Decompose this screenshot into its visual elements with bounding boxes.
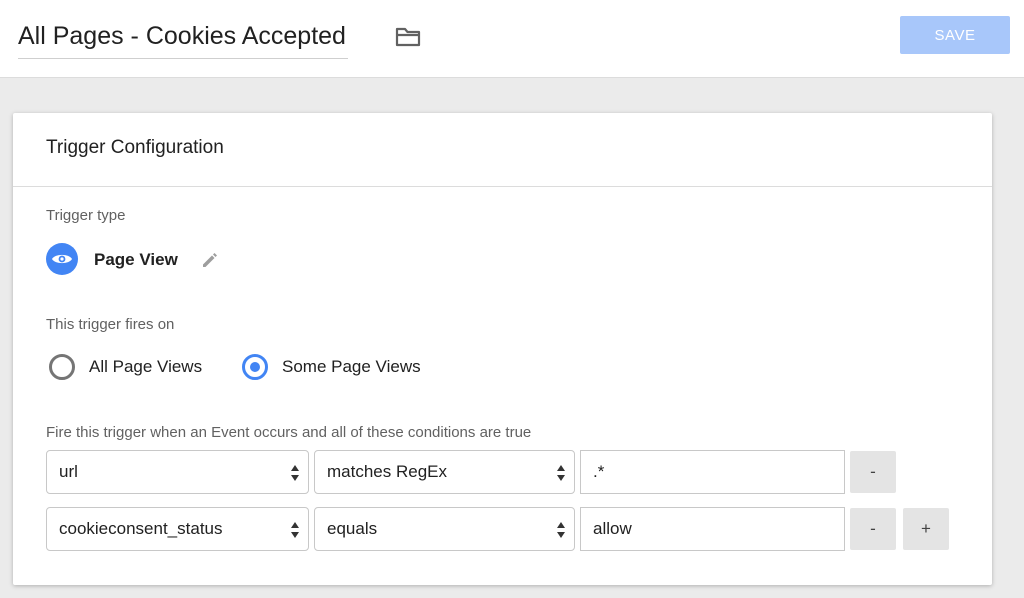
variable-select-value: cookieconsent_status [59, 519, 223, 538]
conditions-label: Fire this trigger when an Event occurs a… [46, 424, 532, 441]
operator-select-value: equals [327, 519, 378, 538]
radio-some-page-views[interactable]: Some Page Views [242, 354, 421, 380]
card-header: Trigger Configuration [13, 113, 992, 187]
remove-condition-button[interactable]: - [850, 508, 896, 550]
radio-circle[interactable] [49, 354, 75, 380]
variable-select[interactable]: cookieconsent_status [46, 507, 309, 551]
radio-label: All Page Views [89, 357, 203, 376]
remove-condition-button[interactable]: - [850, 451, 896, 493]
card-title: Trigger Configuration [46, 137, 224, 158]
operator-select[interactable]: equals [314, 507, 575, 551]
pencil-icon[interactable] [199, 249, 221, 271]
eye-icon[interactable] [46, 243, 78, 275]
folder-icon[interactable] [392, 22, 424, 52]
select-arrows-icon [291, 465, 299, 481]
variable-select[interactable]: url [46, 450, 309, 494]
select-arrows-icon [557, 465, 565, 481]
trigger-name-input[interactable]: All Pages - Cookies Accepted [18, 18, 348, 59]
value-input[interactable]: .* [580, 450, 845, 494]
trigger-type-label: Trigger type [46, 207, 126, 224]
operator-select[interactable]: matches RegEx [314, 450, 575, 494]
value-input[interactable]: allow [580, 507, 845, 551]
select-arrows-icon [557, 522, 565, 538]
operator-select-value: matches RegEx [327, 462, 447, 481]
save-button[interactable]: SAVE [900, 16, 1010, 54]
top-bar: All Pages - Cookies Accepted SAVE [0, 0, 1024, 78]
trigger-type-name[interactable]: Page View [94, 249, 178, 271]
trigger-configuration-card: Trigger Configuration Trigger type Page … [13, 113, 992, 585]
radio-circle-selected[interactable] [242, 354, 268, 380]
fires-on-label: This trigger fires on [46, 316, 175, 333]
variable-select-value: url [59, 462, 78, 481]
radio-label: Some Page Views [282, 357, 421, 376]
radio-all-page-views[interactable]: All Page Views [49, 354, 202, 380]
select-arrows-icon [291, 522, 299, 538]
add-condition-button[interactable]: + [903, 508, 949, 550]
